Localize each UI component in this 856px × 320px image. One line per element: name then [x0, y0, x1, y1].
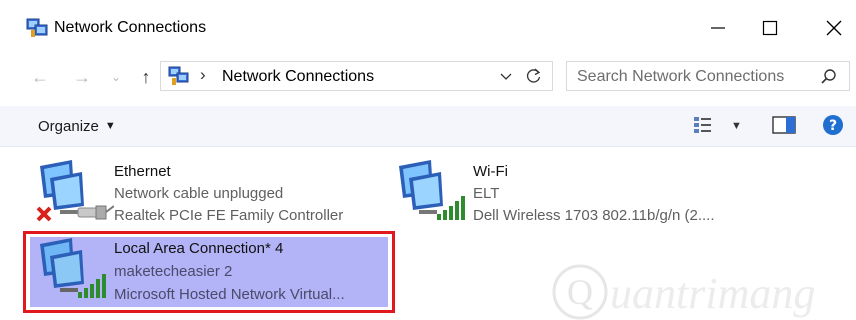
address-dropdown-icon[interactable]: [497, 66, 515, 86]
chevron-down-icon: ⌄: [110, 70, 122, 84]
connection-item-ethernet[interactable]: Ethernet Network cable unplugged Realtek…: [34, 158, 384, 228]
network-folder-icon: [168, 66, 189, 85]
forward-arrow-icon: →: [73, 66, 91, 87]
up-arrow-icon: ↑: [141, 66, 151, 87]
watermark-logo: Q uantrimang: [552, 264, 815, 320]
help-icon[interactable]: ?: [822, 114, 844, 136]
organize-menu-button[interactable]: Organize ▼: [30, 106, 124, 146]
close-icon: [826, 20, 842, 36]
wifi-signal-icon: [40, 238, 106, 298]
svg-text:?: ?: [829, 118, 837, 134]
back-button[interactable]: ←: [28, 64, 52, 90]
search-icon[interactable]: [820, 68, 838, 86]
maximize-icon: [762, 20, 778, 36]
connection-status: Network cable unplugged: [114, 185, 284, 202]
close-button[interactable]: [812, 6, 856, 50]
back-arrow-icon: ←: [31, 66, 49, 87]
preview-pane-icon[interactable]: [772, 116, 796, 134]
connection-status: ELT: [473, 185, 500, 202]
organize-label: Organize: [38, 117, 99, 135]
dropdown-arrow-icon: ▼: [104, 120, 116, 132]
svg-text:Q: Q: [567, 272, 593, 312]
change-view-icon[interactable]: [692, 114, 714, 136]
connection-name: Ethernet: [114, 163, 171, 180]
connection-device: Realtek PCIe FE Family Controller: [114, 207, 344, 224]
connection-name: Wi-Fi: [473, 163, 508, 180]
breadcrumb-separator-icon[interactable]: ›: [200, 65, 206, 85]
connection-name: Local Area Connection* 4: [114, 240, 284, 257]
breadcrumb-network-connections[interactable]: Network Connections: [222, 68, 374, 86]
minimize-icon: [711, 27, 725, 29]
minimize-button[interactable]: [696, 6, 740, 50]
recent-locations-button[interactable]: ⌄: [104, 64, 128, 90]
connection-item-wifi[interactable]: Wi-Fi ELT Dell Wireless 1703 802.11b/g/n…: [393, 158, 753, 228]
ethernet-disconnected-icon: [36, 160, 114, 222]
connection-status: maketecheasier 2: [114, 263, 233, 280]
refresh-icon[interactable]: [524, 66, 544, 86]
svg-text:uantrimang: uantrimang: [610, 269, 815, 318]
window-title: Network Connections: [54, 19, 207, 36]
up-button[interactable]: ↑: [134, 64, 158, 90]
command-bar: [0, 106, 856, 147]
maximize-button[interactable]: [748, 6, 792, 50]
search-input[interactable]: Search Network Connections: [577, 68, 784, 86]
forward-button[interactable]: →: [70, 64, 94, 90]
wifi-signal-icon: [399, 160, 465, 220]
connection-device: Microsoft Hosted Network Virtual...: [114, 286, 345, 303]
view-options-arrow-icon[interactable]: ▼: [731, 120, 742, 132]
connection-item-local-area-connection[interactable]: Local Area Connection* 4 maketecheasier …: [34, 236, 384, 306]
connection-device: Dell Wireless 1703 802.11b/g/n (2....: [473, 207, 715, 224]
network-connections-app-icon: [26, 18, 48, 37]
